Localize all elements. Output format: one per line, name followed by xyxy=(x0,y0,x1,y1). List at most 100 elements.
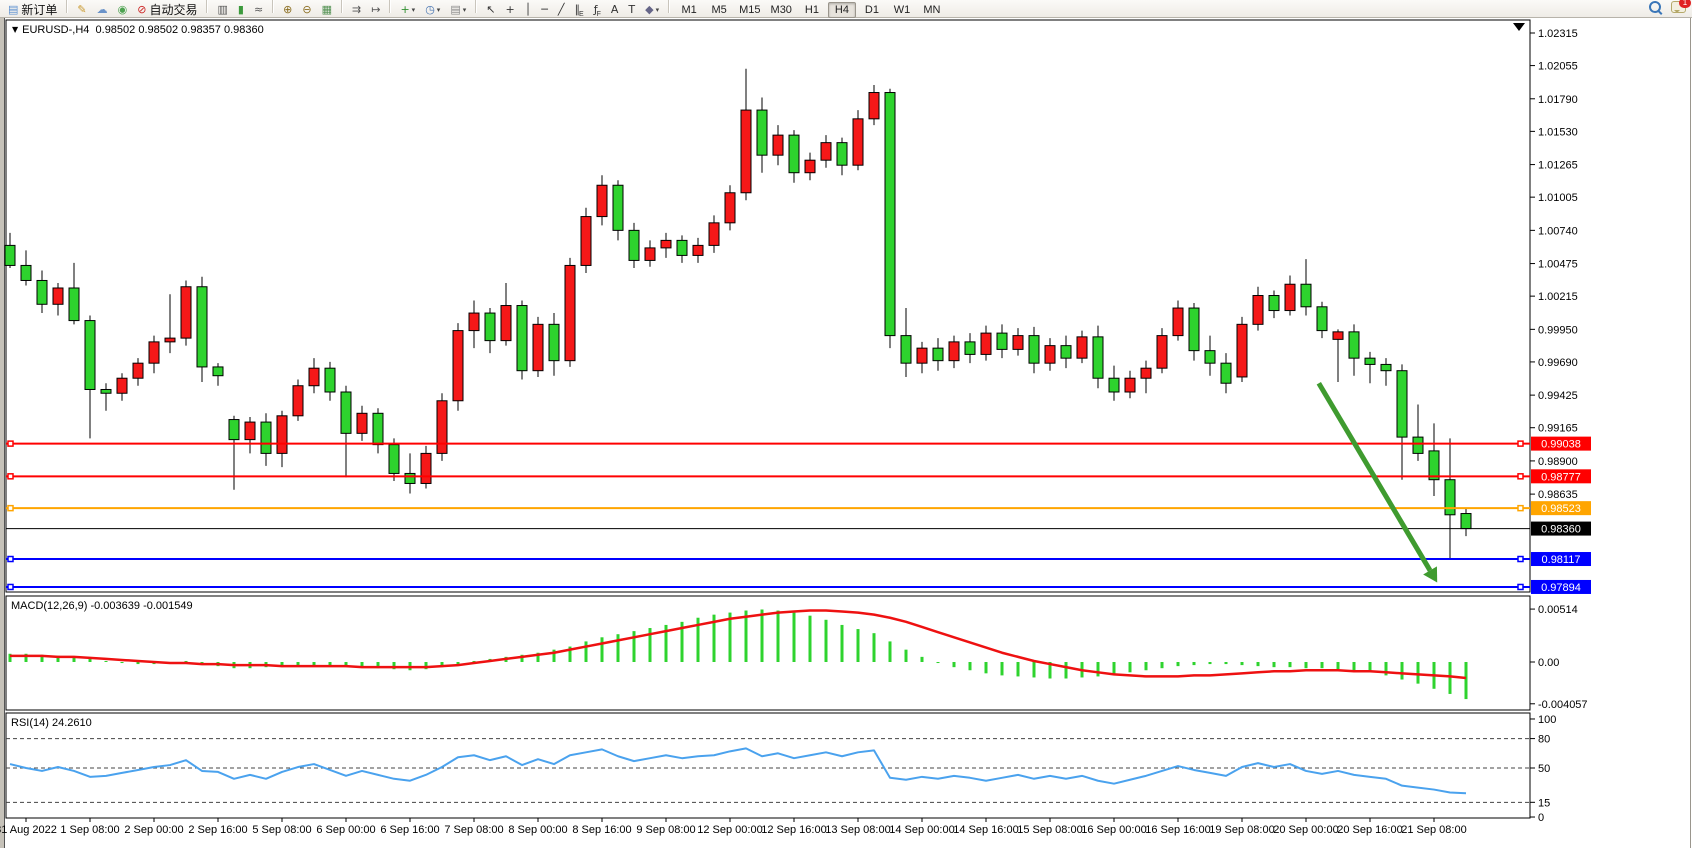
search-icon[interactable] xyxy=(1649,1,1661,13)
chart-canvas[interactable]: 1.023151.020551.017901.015301.012651.010… xyxy=(0,0,1692,848)
svg-text:20 Sep 16:00: 20 Sep 16:00 xyxy=(1337,824,1402,836)
candlestick-chart-button[interactable]: ▮ xyxy=(234,1,248,19)
autotrading-icon: ⊘ xyxy=(137,3,146,17)
indicators-icon: + xyxy=(400,3,409,17)
tab-timeframe-D1[interactable]: D1 xyxy=(858,2,886,18)
symbol-label: EURUSD-,H4 xyxy=(22,24,89,36)
tab-timeframe-H1[interactable]: H1 xyxy=(798,2,826,18)
periods-icon: ◷ xyxy=(425,3,435,17)
toolbar-right: 1 xyxy=(1649,1,1686,13)
arrows-button[interactable]: ◆▾ xyxy=(641,1,663,19)
svg-text:8 Sep 16:00: 8 Sep 16:00 xyxy=(572,824,631,836)
notification-badge: 1 xyxy=(1679,0,1691,8)
new-order-button[interactable]: ▤新订单 xyxy=(4,1,61,19)
svg-text:20 Sep 00:00: 20 Sep 00:00 xyxy=(1273,824,1338,836)
tab-timeframe-M5[interactable]: M5 xyxy=(705,2,733,18)
cursor-icon: ↖ xyxy=(486,3,495,17)
svg-text:1.00475: 1.00475 xyxy=(1538,259,1578,271)
toolbar: ▤新订单✎☁◉⊘自动交易▥▮≈⊕⊖▦⇉↦+▾◷▾▤▾↖+│─╱∥EƒFAT◆▾ … xyxy=(0,0,1692,18)
svg-text:0.97894: 0.97894 xyxy=(1541,582,1581,594)
tab-timeframe-M15[interactable]: M15 xyxy=(735,2,764,18)
svg-text:2 Sep 16:00: 2 Sep 16:00 xyxy=(188,824,247,836)
svg-text:7 Sep 08:00: 7 Sep 08:00 xyxy=(444,824,503,836)
tab-timeframe-MN[interactable]: MN xyxy=(918,2,946,18)
text-button[interactable]: A xyxy=(607,1,623,19)
trendline-button[interactable]: ╱ xyxy=(554,1,569,19)
svg-text:1.01790: 1.01790 xyxy=(1538,94,1578,106)
trendline-icon: ╱ xyxy=(558,3,565,17)
timeframe-toolbar: M1M5M15M30H1H4D1W1MN xyxy=(674,0,947,18)
tab-timeframe-H4[interactable]: H4 xyxy=(828,2,856,18)
text-label-icon: T xyxy=(628,3,635,17)
line-chart-icon: ≈ xyxy=(254,3,263,17)
cursor-button[interactable]: ↖ xyxy=(482,1,499,19)
svg-text:2 Sep 00:00: 2 Sep 00:00 xyxy=(124,824,183,836)
svg-text:12 Sep 00:00: 12 Sep 00:00 xyxy=(697,824,762,836)
styler-icon: ✎ xyxy=(77,3,86,17)
svg-text:1.00215: 1.00215 xyxy=(1538,291,1578,303)
svg-text:16 Sep 00:00: 16 Sep 00:00 xyxy=(1081,824,1146,836)
periods-dropdown-icon[interactable]: ▾ xyxy=(437,6,441,14)
autotrading-button[interactable]: ⊘自动交易 xyxy=(133,1,201,19)
tile-windows-button[interactable]: ▦ xyxy=(318,1,336,19)
svg-text:15: 15 xyxy=(1538,797,1550,809)
symbol-dropdown-icon[interactable]: ▼ xyxy=(12,25,18,34)
svg-text:-0.004057: -0.004057 xyxy=(1538,699,1588,711)
svg-text:1 Sep 08:00: 1 Sep 08:00 xyxy=(60,824,119,836)
macd-indicator-label: MACD(12,26,9) -0.003639 -0.001549 xyxy=(11,600,193,612)
text-icon: A xyxy=(611,3,619,17)
text-label-button[interactable]: T xyxy=(624,1,639,19)
svg-text:0.00514: 0.00514 xyxy=(1538,604,1578,616)
ohlc-values: 0.98502 0.98502 0.98357 0.98360 xyxy=(96,24,264,36)
svg-text:0.98360: 0.98360 xyxy=(1541,524,1581,536)
zoom-in-button[interactable]: ⊕ xyxy=(279,1,296,19)
indicators-button[interactable]: +▾ xyxy=(396,1,419,19)
zoom-out-icon: ⊖ xyxy=(302,3,311,17)
line-chart-button[interactable]: ≈ xyxy=(250,1,267,19)
templates-button[interactable]: ▤▾ xyxy=(446,1,470,19)
auto-scroll-button[interactable]: ⇉ xyxy=(348,1,365,19)
crosshair-icon: + xyxy=(505,3,514,17)
periods-button[interactable]: ◷▾ xyxy=(421,1,444,19)
vertical-line-button[interactable]: │ xyxy=(521,1,536,19)
svg-text:1.01005: 1.01005 xyxy=(1538,192,1578,204)
svg-text:19 Sep 08:00: 19 Sep 08:00 xyxy=(1209,824,1274,836)
chart-shift-button[interactable]: ↦ xyxy=(367,1,384,19)
svg-text:0.99690: 0.99690 xyxy=(1538,357,1578,369)
svg-text:50: 50 xyxy=(1538,763,1550,775)
crosshair-button[interactable]: + xyxy=(501,1,518,19)
fibonacci-button[interactable]: ƒF xyxy=(590,1,605,19)
indicators-dropdown-icon[interactable]: ▾ xyxy=(412,6,416,14)
bar-chart-button[interactable]: ▥ xyxy=(213,1,231,19)
svg-text:14 Sep 16:00: 14 Sep 16:00 xyxy=(953,824,1018,836)
styler-button[interactable]: ✎ xyxy=(73,1,90,19)
signals-button[interactable]: ◉ xyxy=(114,1,132,19)
equidistant-channel-button[interactable]: ∥E xyxy=(571,1,588,19)
candlestick-chart-icon: ▮ xyxy=(238,3,244,17)
arrows-dropdown-icon[interactable]: ▾ xyxy=(656,6,660,14)
profiles-button[interactable]: ☁ xyxy=(93,1,112,19)
tab-timeframe-M30[interactable]: M30 xyxy=(767,2,796,18)
toolbar-separator xyxy=(389,0,391,13)
svg-text:15 Sep 08:00: 15 Sep 08:00 xyxy=(1017,824,1082,836)
chart-symbol-overlay[interactable]: ▼ EURUSD-,H4 0.98502 0.98502 0.98357 0.98… xyxy=(12,24,264,36)
chart-window: 1.023151.020551.017901.015301.012651.010… xyxy=(0,18,1692,848)
vertical-line-icon: │ xyxy=(525,3,532,17)
svg-text:0.98635: 0.98635 xyxy=(1538,489,1578,501)
toolbar-separator xyxy=(272,0,274,13)
svg-text:0.98777: 0.98777 xyxy=(1541,471,1581,483)
chat-icon[interactable]: 1 xyxy=(1671,1,1686,13)
new-order-icon: ▤ xyxy=(8,3,18,17)
tab-timeframe-W1[interactable]: W1 xyxy=(888,2,916,18)
rsi-indicator-label: RSI(14) 24.2610 xyxy=(11,717,92,729)
svg-text:0: 0 xyxy=(1538,812,1544,824)
svg-text:9 Sep 08:00: 9 Sep 08:00 xyxy=(636,824,695,836)
tab-timeframe-M1[interactable]: M1 xyxy=(675,2,703,18)
toolbar-buttons: ▤新订单✎☁◉⊘自动交易▥▮≈⊕⊖▦⇉↦+▾◷▾▤▾↖+│─╱∥EƒFAT◆▾ xyxy=(3,0,674,19)
zoom-out-button[interactable]: ⊖ xyxy=(298,1,315,19)
autotrading-label: 自动交易 xyxy=(149,1,197,18)
templates-dropdown-icon[interactable]: ▾ xyxy=(463,6,467,14)
horizontal-line-button[interactable]: ─ xyxy=(537,1,552,19)
arrows-icon: ◆ xyxy=(645,3,653,17)
svg-text:16 Sep 16:00: 16 Sep 16:00 xyxy=(1145,824,1210,836)
